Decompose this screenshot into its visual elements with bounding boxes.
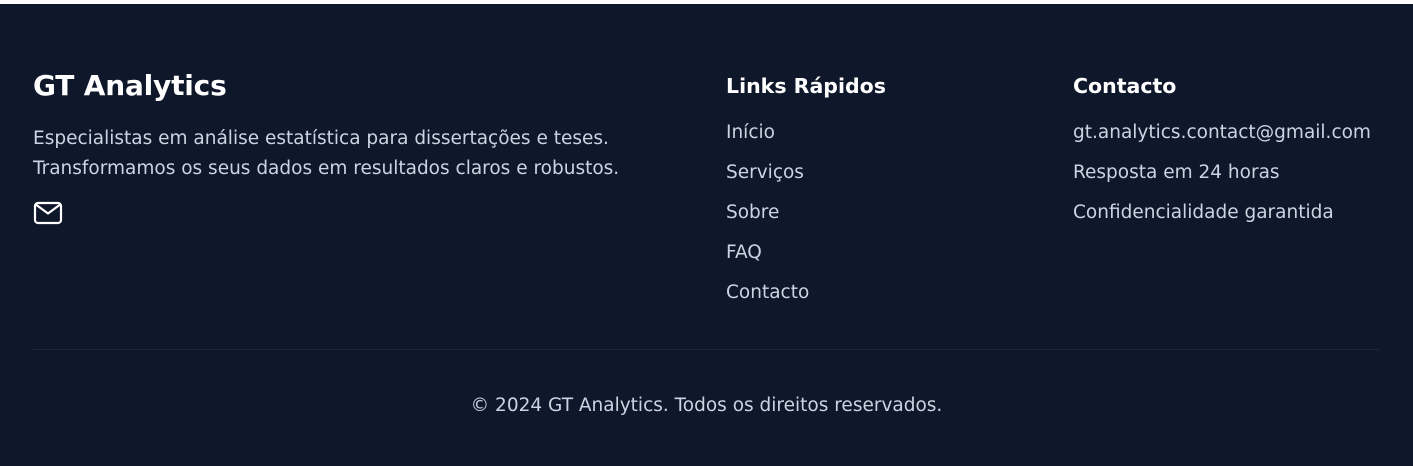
- mail-icon[interactable]: [33, 200, 63, 228]
- contact-heading: Contacto: [1073, 74, 1177, 98]
- list-item: Contacto: [726, 280, 1026, 306]
- list-item: Início: [726, 120, 1026, 146]
- contact-list: gt.analytics.contact@gmail.com Resposta …: [1073, 120, 1393, 226]
- link-faq[interactable]: FAQ: [726, 242, 762, 263]
- brand-title: GT Analytics: [33, 69, 227, 102]
- contact-response-time: Resposta em 24 horas: [1073, 162, 1280, 183]
- list-item: FAQ: [726, 240, 1026, 266]
- copyright-text: © 2024 GT Analytics. Todos os direitos r…: [470, 395, 943, 416]
- link-sobre[interactable]: Sobre: [726, 202, 779, 223]
- quick-links-heading: Links Rápidos: [726, 74, 886, 98]
- contact-confidentiality: Confidencialidade garantida: [1073, 202, 1334, 223]
- list-item: gt.analytics.contact@gmail.com: [1073, 120, 1393, 146]
- list-item: Sobre: [726, 200, 1026, 226]
- site-footer: GT Analytics Especialistas em análise es…: [0, 4, 1413, 466]
- contact-column: Contacto gt.analytics.contact@gmail.com …: [1073, 70, 1393, 240]
- mail-icon-graphic: [33, 201, 63, 225]
- footer-divider: [33, 349, 1379, 350]
- list-item: Serviços: [726, 160, 1026, 186]
- quick-links-column: Links Rápidos Início Serviços Sobre FAQ …: [726, 70, 1026, 320]
- link-servicos[interactable]: Serviços: [726, 162, 804, 183]
- brand-description: Especialistas em análise estatística par…: [33, 128, 620, 179]
- brand-column: GT Analytics Especialistas em análise es…: [33, 68, 673, 232]
- link-contacto[interactable]: Contacto: [726, 282, 809, 303]
- link-inicio[interactable]: Início: [726, 122, 775, 143]
- contact-email-link[interactable]: gt.analytics.contact@gmail.com: [1073, 122, 1371, 143]
- quick-links-list: Início Serviços Sobre FAQ Contacto: [726, 120, 1026, 306]
